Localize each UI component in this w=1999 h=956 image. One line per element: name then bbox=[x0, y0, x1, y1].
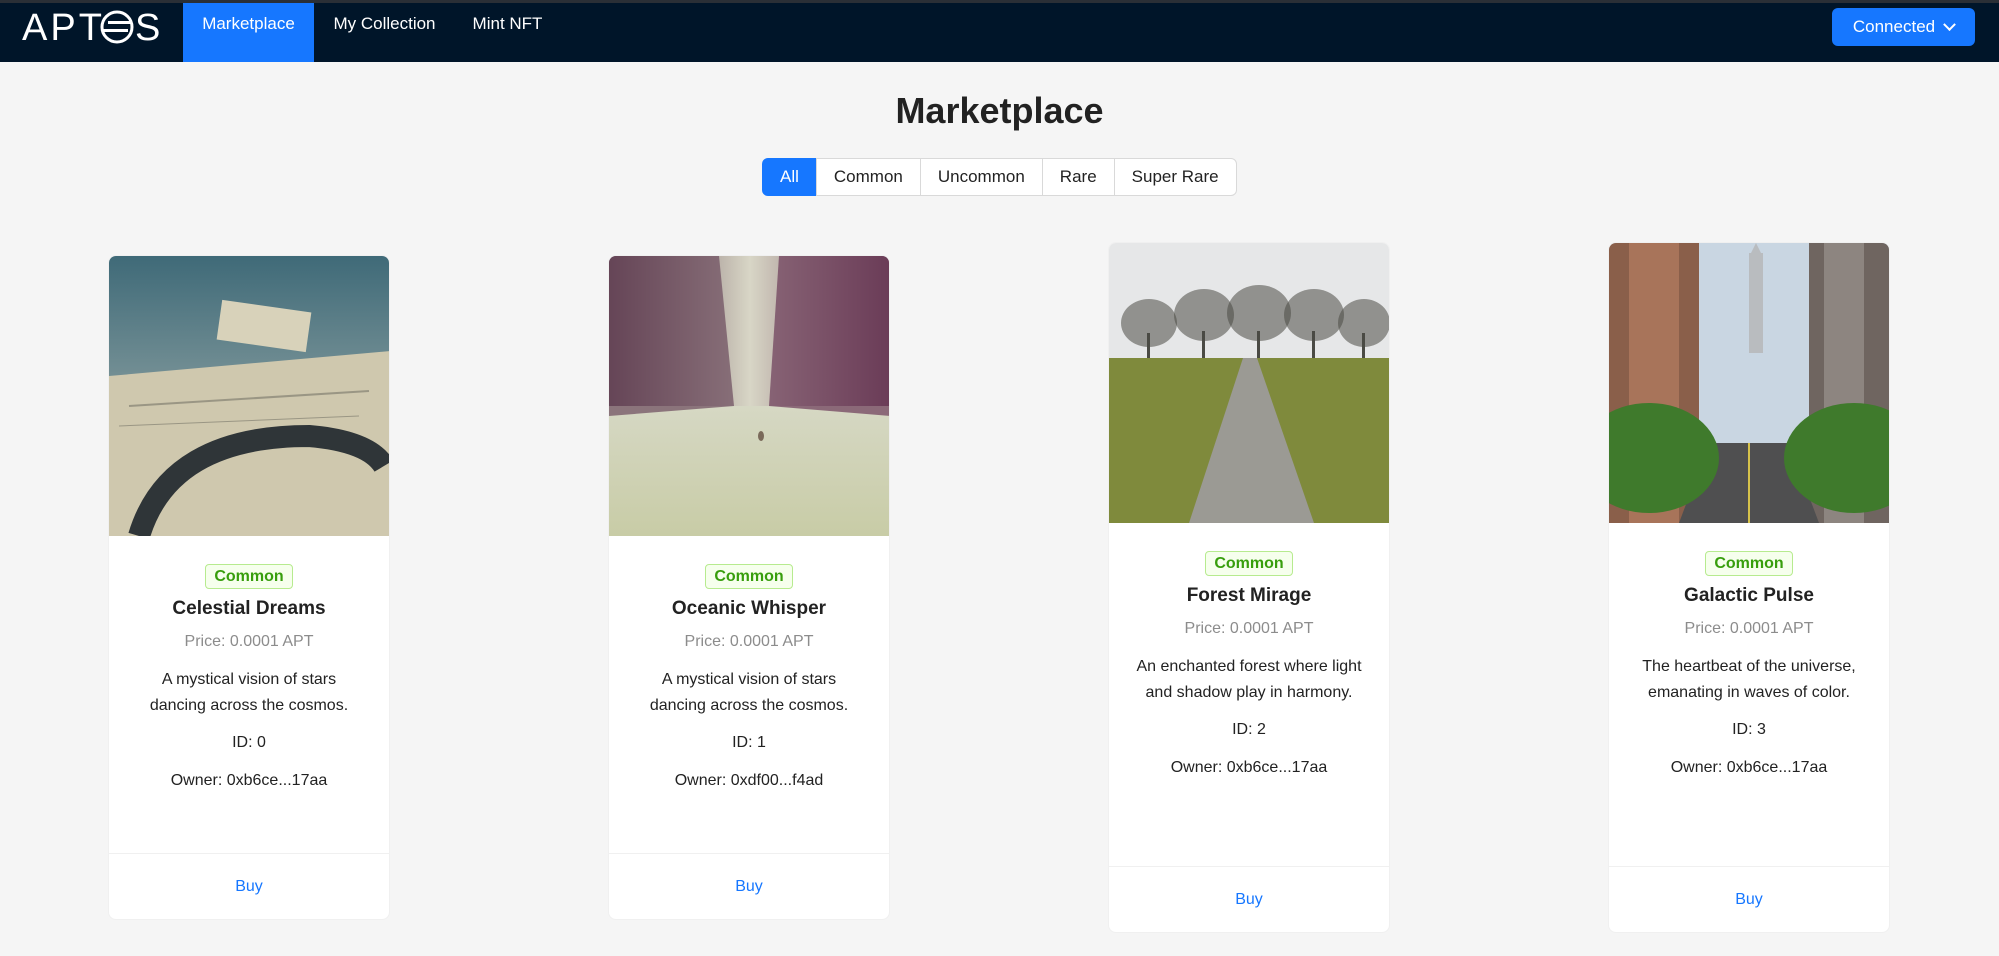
rarity-badge: Common bbox=[205, 564, 293, 589]
aptos-logo[interactable]: APT S bbox=[22, 7, 172, 47]
card-actions: Buy bbox=[109, 853, 389, 919]
filter-common[interactable]: Common bbox=[815, 158, 921, 196]
svg-text:APT: APT bbox=[22, 7, 105, 47]
nft-price: Price: 0.0001 APT bbox=[184, 633, 314, 650]
nft-image bbox=[109, 256, 389, 536]
wallet-connected-button[interactable]: Connected bbox=[1832, 8, 1975, 46]
svg-text:S: S bbox=[135, 7, 162, 47]
nft-name: Galactic Pulse bbox=[1684, 585, 1814, 606]
rarity-filter-group: All Common Uncommon Rare Super Rare bbox=[762, 158, 1237, 196]
rarity-badge: Common bbox=[705, 564, 793, 589]
nft-card: Common Oceanic Whisper Price: 0.0001 APT… bbox=[608, 255, 890, 920]
nft-price: Price: 0.0001 APT bbox=[1184, 620, 1314, 637]
nft-description: An enchanted forest where light and shad… bbox=[1136, 658, 1362, 701]
nft-image bbox=[1109, 243, 1389, 523]
card-actions: Buy bbox=[1609, 866, 1889, 932]
card-actions: Buy bbox=[1109, 866, 1389, 932]
nft-name: Forest Mirage bbox=[1186, 585, 1312, 606]
nft-owner: Owner: 0xb6ce...17aa bbox=[1170, 759, 1328, 776]
page-title: Marketplace bbox=[895, 90, 1104, 131]
nft-name: Celestial Dreams bbox=[172, 598, 326, 619]
nft-id: ID: 3 bbox=[1732, 721, 1766, 738]
filter-super-rare[interactable]: Super Rare bbox=[1113, 158, 1237, 196]
nft-card: Common Galactic Pulse Price: 0.0001 APT … bbox=[1608, 242, 1890, 933]
chevron-down-icon bbox=[1943, 17, 1956, 31]
nft-description: A mystical vision of stars dancing acros… bbox=[149, 671, 349, 714]
buy-button[interactable]: Buy bbox=[735, 878, 763, 895]
nft-description: A mystical vision of stars dancing acros… bbox=[649, 671, 849, 714]
nft-image bbox=[1609, 243, 1889, 523]
card-actions: Buy bbox=[609, 853, 889, 919]
nft-id: ID: 0 bbox=[232, 734, 266, 751]
top-navigation-bar: APT S Marketplace My Collection Mint NFT… bbox=[0, 0, 1999, 62]
nft-id: ID: 1 bbox=[732, 734, 766, 751]
filter-uncommon[interactable]: Uncommon bbox=[919, 158, 1043, 196]
nft-card: Common Celestial Dreams Price: 0.0001 AP… bbox=[108, 255, 390, 920]
nft-price: Price: 0.0001 APT bbox=[684, 633, 814, 650]
nft-image bbox=[609, 256, 889, 536]
buy-button[interactable]: Buy bbox=[1235, 891, 1263, 908]
nft-name: Oceanic Whisper bbox=[671, 598, 827, 619]
rarity-badge: Common bbox=[1705, 551, 1793, 576]
nav-tab-mint-nft[interactable]: Mint NFT bbox=[455, 3, 560, 62]
nav-tab-my-collection[interactable]: My Collection bbox=[314, 3, 455, 62]
nft-id: ID: 2 bbox=[1232, 721, 1266, 738]
nft-description: The heartbeat of the universe, emanating… bbox=[1642, 658, 1856, 701]
aptos-logo-mark: APT S bbox=[22, 7, 162, 47]
nft-card: Common Forest Mirage Price: 0.0001 APT A… bbox=[1108, 242, 1390, 933]
nft-price: Price: 0.0001 APT bbox=[1684, 620, 1814, 637]
nft-owner: Owner: 0xb6ce...17aa bbox=[170, 772, 328, 789]
filter-rare[interactable]: Rare bbox=[1041, 158, 1115, 196]
wallet-button-label: Connected bbox=[1852, 17, 1936, 36]
rarity-badge: Common bbox=[1205, 551, 1293, 576]
nav-tab-marketplace[interactable]: Marketplace bbox=[183, 3, 314, 62]
buy-button[interactable]: Buy bbox=[235, 878, 263, 895]
nft-owner: Owner: 0xdf00...f4ad bbox=[674, 772, 824, 789]
buy-button[interactable]: Buy bbox=[1735, 891, 1763, 908]
nft-owner: Owner: 0xb6ce...17aa bbox=[1670, 759, 1828, 776]
filter-all[interactable]: All bbox=[762, 158, 817, 196]
